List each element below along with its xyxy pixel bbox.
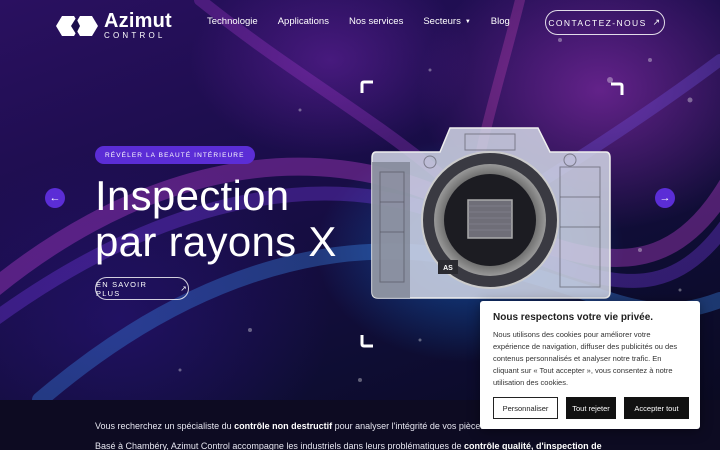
logo-subtitle: CONTROL [104, 31, 166, 40]
chevron-down-icon: ▼ [464, 19, 471, 25]
accept-all-button[interactable]: Accepter tout [624, 397, 689, 419]
intro-paragraph-2: Basé à Chambéry, Azimut Control accompag… [95, 441, 602, 450]
xray-camera-image: AS [371, 127, 611, 299]
nav-applications[interactable]: Applications [278, 16, 329, 27]
arrow-up-right-icon: ↗ [652, 17, 662, 27]
hero-badge: RÉVÉLER LA BEAUTÉ INTÉRIEURE [95, 146, 255, 164]
intro-text-1a: Vous recherchez un spécialiste du [95, 421, 235, 431]
intro-text-2b: contrôle qualité, d'inspection de [464, 441, 602, 450]
cookie-banner: Nous respectons votre vie privée. Nous u… [480, 301, 700, 429]
main-nav: Technologie Applications Nos services Se… [207, 16, 530, 27]
hero-title: Inspection par rayons X [95, 173, 337, 265]
intro-text-2a: Basé à Chambéry, Azimut Control accompag… [95, 441, 465, 450]
arrow-left-icon: ← [49, 192, 61, 204]
reject-all-button[interactable]: Tout rejeter [566, 397, 616, 419]
arrow-right-icon: → [659, 192, 671, 204]
intro-text-1b: contrôle non destructif [234, 421, 333, 431]
contact-label: CONTACTEZ-NOUS [548, 17, 647, 28]
nav-services[interactable]: Nos services [349, 16, 403, 27]
intro-text-1c: pour analyser l'intégrité de vos pièces [332, 421, 485, 431]
cookie-title: Nous respectons votre vie privée. [493, 312, 654, 323]
cookie-text: Nous utilisons des cookies pour améliore… [493, 330, 678, 387]
logo-name: Azimut [104, 10, 172, 32]
nav-secteurs[interactable]: Secteurs ▼ [423, 16, 470, 27]
arrow-up-right-icon: ↗ [180, 284, 188, 293]
frame-corner-icon [360, 335, 373, 348]
svg-text:AS: AS [443, 265, 453, 272]
intro-paragraph-1: Vous recherchez un spécialiste du contrô… [95, 421, 485, 431]
contact-button[interactable]: CONTACTEZ-NOUS ↗ [545, 10, 665, 35]
frame-corner-icon [611, 82, 624, 95]
logo-hexagon-icon [56, 15, 98, 36]
nav-secteurs-label: Secteurs [423, 16, 461, 27]
learn-more-label: EN SAVOIR PLUS [96, 279, 148, 298]
frame-corner-icon [360, 80, 373, 93]
customize-button[interactable]: Personnaliser [493, 397, 558, 419]
nav-blog[interactable]: Blog [491, 16, 510, 27]
hero-title-line2: par rayons X [95, 218, 337, 265]
slider-next-button[interactable]: → [655, 188, 675, 208]
slider-prev-button[interactable]: ← [45, 188, 65, 208]
learn-more-button[interactable]: EN SAVOIR PLUS ↗ [95, 277, 189, 300]
hero-title-line1: Inspection [95, 172, 290, 219]
nav-technologie[interactable]: Technologie [207, 16, 258, 27]
logo[interactable]: Azimut CONTROL [54, 11, 172, 40]
